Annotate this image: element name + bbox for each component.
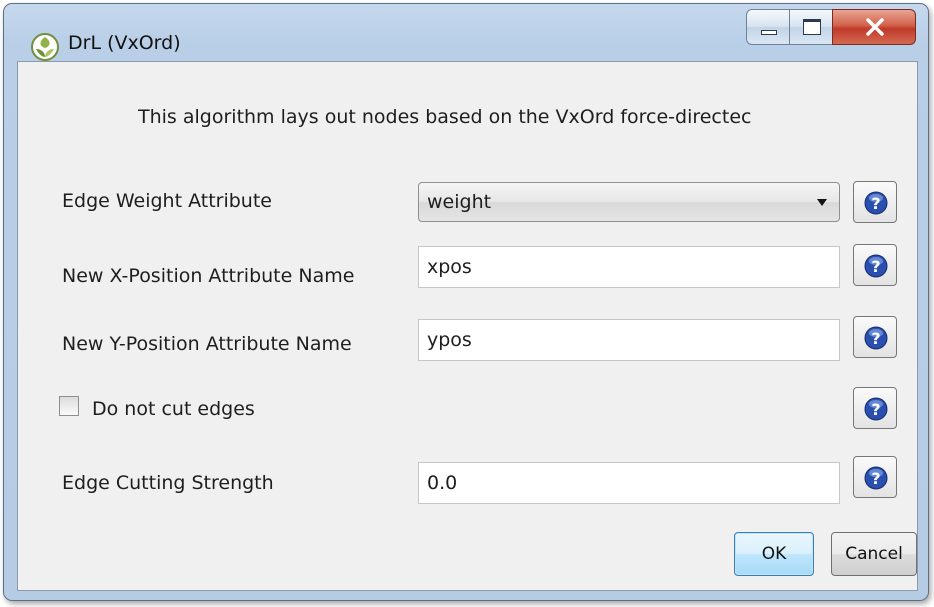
help-question-icon: ? [864,191,888,215]
cytoscape-icon [30,32,60,62]
minimize-button[interactable] [746,9,790,45]
x-position-input[interactable] [418,246,840,288]
help-question-icon: ? [864,326,888,350]
dialog-content: This algorithm lays out nodes based on t… [17,61,918,591]
algorithm-description: This algorithm lays out nodes based on t… [138,106,752,128]
maximize-button[interactable] [789,9,833,45]
edge-weight-value: weight [427,191,492,213]
svg-text:?: ? [871,400,880,419]
window-controls [746,9,916,49]
edge-weight-select[interactable]: weight [418,182,840,222]
chevron-down-icon [817,199,827,206]
close-icon [866,18,884,36]
ok-button[interactable]: OK [734,532,814,576]
svg-text:?: ? [871,469,880,488]
help-question-icon: ? [864,397,888,421]
help-button-cut-strength[interactable]: ? [853,456,897,498]
help-button-no-cut[interactable]: ? [853,387,897,429]
maximize-icon [803,19,821,35]
cut-strength-label: Edge Cutting Strength [62,472,274,494]
help-button-y-position[interactable]: ? [853,316,897,358]
help-button-edge-weight[interactable]: ? [853,181,897,223]
cancel-button[interactable]: Cancel [831,532,917,576]
edge-weight-label: Edge Weight Attribute [62,190,272,212]
help-button-x-position[interactable]: ? [853,244,897,286]
x-position-label: New X-Position Attribute Name [62,265,355,287]
y-position-label: New Y-Position Attribute Name [62,333,352,355]
close-button[interactable] [832,9,916,45]
svg-text:?: ? [871,257,880,276]
cut-strength-input[interactable] [418,462,840,504]
no-cut-label: Do not cut edges [92,398,255,420]
dialog-window: DrL (VxOrd) This algorithm lays out node… [3,3,929,601]
y-position-input[interactable] [418,319,840,361]
no-cut-checkbox[interactable] [59,396,79,416]
svg-text:?: ? [871,329,880,348]
svg-text:?: ? [871,194,880,213]
minimize-icon [761,30,777,35]
help-question-icon: ? [864,466,888,490]
help-question-icon: ? [864,254,888,278]
window-title: DrL (VxOrd) [68,32,181,54]
